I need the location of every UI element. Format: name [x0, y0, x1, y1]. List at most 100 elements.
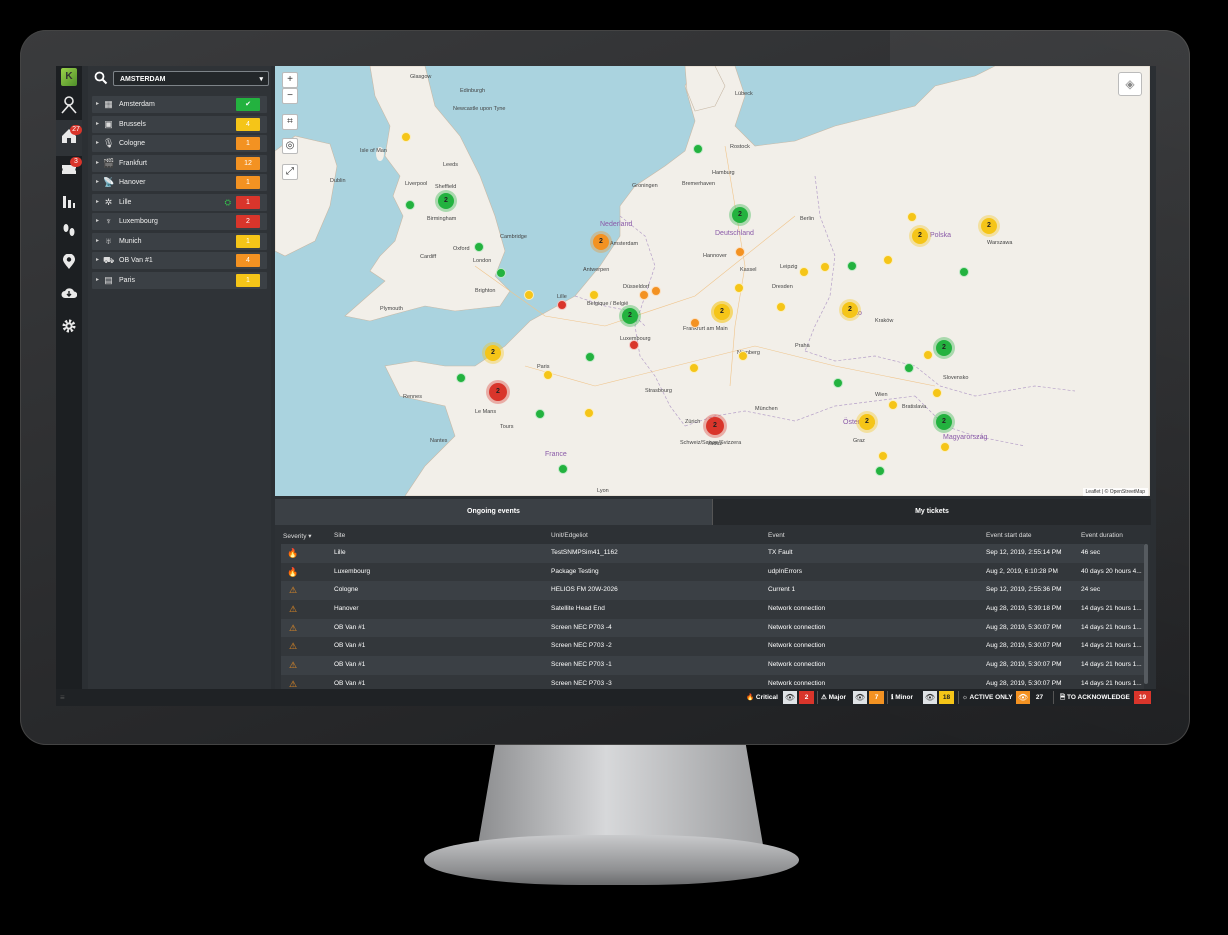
site-marker[interactable]: [875, 466, 885, 476]
active-only-toggle[interactable]: ☼ ACTIVE ONLY: [962, 691, 1013, 704]
site-cluster-marker[interactable]: 2: [435, 190, 457, 212]
map-attribution[interactable]: Leaflet | © OpenStreetMap: [1082, 488, 1148, 496]
tab-ongoing-events[interactable]: Ongoing events: [275, 499, 712, 525]
site-marker[interactable]: [651, 286, 661, 296]
chevron-right-icon[interactable]: ▸: [96, 96, 99, 113]
site-marker[interactable]: [629, 340, 639, 350]
minor-filter[interactable]: ℹ Minor: [891, 691, 913, 704]
measure-icon[interactable]: ⤢: [282, 164, 298, 180]
site-cluster-marker[interactable]: 2: [978, 215, 1000, 237]
site-marker[interactable]: [589, 290, 599, 300]
site-marker[interactable]: [883, 255, 893, 265]
gear-icon[interactable]: [60, 318, 78, 336]
site-marker[interactable]: [735, 247, 745, 257]
site-marker[interactable]: [639, 290, 649, 300]
chevron-right-icon[interactable]: ▸: [96, 194, 99, 211]
site-marker[interactable]: [888, 400, 898, 410]
map-view[interactable]: + − ⌗ ◎ ⤢ ◈ Leaflet | © OpenStreetMap Gl…: [275, 66, 1150, 496]
table-row[interactable]: 🔥 Lille TestSNMPSim41_1162 TX Fault Sep 12, …: [281, 544, 1144, 563]
site-cluster-marker[interactable]: 2: [909, 225, 931, 247]
column-event[interactable]: Event: [768, 532, 785, 539]
site-row[interactable]: ▸ 📡 Hanover 1: [92, 174, 267, 191]
city-select[interactable]: AMSTERDAM ▾: [113, 71, 269, 86]
site-marker[interactable]: [923, 350, 933, 360]
site-row[interactable]: ▸ ▦ Amsterdam ✔: [92, 96, 267, 113]
chevron-right-icon[interactable]: ▸: [96, 233, 99, 250]
site-marker[interactable]: [847, 261, 857, 271]
column-severity[interactable]: Severity ▾: [283, 532, 312, 540]
site-marker[interactable]: [524, 290, 534, 300]
site-cluster-marker[interactable]: 2: [486, 380, 510, 404]
site-marker[interactable]: [496, 268, 506, 278]
site-marker[interactable]: [405, 200, 415, 210]
crop-icon[interactable]: ⌗: [282, 114, 298, 130]
chevron-right-icon[interactable]: ▸: [96, 272, 99, 289]
site-row[interactable]: ▸ ▣ Brussels 4: [92, 115, 267, 133]
to-acknowledge-button[interactable]: 🗎 TO ACKNOWLEDGE: [1060, 691, 1130, 704]
footprints-icon[interactable]: [60, 223, 78, 241]
site-cluster-marker[interactable]: 2: [711, 301, 733, 323]
eye-icon[interactable]: 👁: [783, 691, 797, 704]
chevron-right-icon[interactable]: ▸: [96, 213, 99, 230]
locate-icon[interactable]: ◎: [282, 138, 298, 154]
chevron-right-icon[interactable]: ▸: [96, 135, 99, 152]
site-marker[interactable]: [959, 267, 969, 277]
site-cluster-marker[interactable]: 2: [839, 299, 861, 321]
table-row[interactable]: ⚠ Hanover Satellite Head End Network connec…: [281, 600, 1144, 619]
site-row[interactable]: ▸ ⛟ OB Van #1 4: [92, 252, 267, 269]
zoom-out-button[interactable]: −: [282, 88, 298, 104]
site-marker[interactable]: [799, 267, 809, 277]
site-marker[interactable]: [474, 242, 484, 252]
major-filter[interactable]: ⚠ Major: [821, 691, 846, 704]
table-row[interactable]: ⚠ OB Van #1 Screen NEC P703 -2 Network conn…: [281, 637, 1144, 657]
chevron-right-icon[interactable]: ▸: [96, 174, 99, 191]
site-row[interactable]: ▸ 🎬 Frankfurt 12: [92, 154, 267, 172]
eye-icon[interactable]: 👁: [1016, 691, 1030, 704]
site-row[interactable]: ▸ ♅ Munich 1: [92, 232, 267, 250]
site-marker[interactable]: [833, 378, 843, 388]
site-cluster-marker[interactable]: 2: [703, 414, 727, 438]
table-row[interactable]: ⚠ OB Van #1 Screen NEC P703 -4 Network conn…: [281, 618, 1144, 638]
site-marker[interactable]: [932, 388, 942, 398]
site-marker[interactable]: [543, 370, 553, 380]
column-duration[interactable]: Event duration: [1081, 532, 1123, 539]
site-marker[interactable]: [689, 363, 699, 373]
chevron-right-icon[interactable]: ▸: [96, 155, 99, 172]
site-marker[interactable]: [456, 373, 466, 383]
site-marker[interactable]: [585, 352, 595, 362]
site-marker[interactable]: [558, 464, 568, 474]
site-cluster-marker[interactable]: 2: [729, 204, 751, 226]
column-start-date[interactable]: Event start date: [986, 532, 1032, 539]
site-row[interactable]: ▸ ✲ Lille ⛭ 1: [92, 193, 267, 211]
critical-filter[interactable]: 🔥 Critical: [746, 691, 778, 704]
site-cluster-marker[interactable]: 2: [856, 411, 878, 433]
column-site[interactable]: Site: [334, 532, 345, 539]
site-row[interactable]: ▸ ♆ Luxembourg 2: [92, 213, 267, 230]
zoom-in-button[interactable]: +: [282, 72, 298, 88]
bar-chart-icon[interactable]: [60, 194, 78, 212]
site-marker[interactable]: [776, 302, 786, 312]
tab-my-tickets[interactable]: My tickets: [712, 499, 1151, 525]
site-marker[interactable]: [401, 132, 411, 142]
site-marker[interactable]: [693, 144, 703, 154]
eye-icon[interactable]: 👁: [923, 691, 937, 704]
cloud-download-icon[interactable]: [60, 286, 78, 304]
site-row[interactable]: ▸ 🎙 Cologne 1: [92, 135, 267, 152]
site-marker[interactable]: [820, 262, 830, 272]
table-row[interactable]: 🔥 Luxembourg Package Testing udpInErrors Aug…: [281, 562, 1144, 582]
events-scrollbar[interactable]: [1144, 544, 1148, 684]
site-cluster-marker[interactable]: 2: [933, 337, 955, 359]
site-marker[interactable]: [940, 442, 950, 452]
map-pin-icon[interactable]: [60, 253, 78, 272]
site-marker[interactable]: [557, 300, 567, 310]
site-marker[interactable]: [904, 363, 914, 373]
site-marker[interactable]: [690, 318, 700, 328]
eye-icon[interactable]: 👁: [853, 691, 867, 704]
table-row[interactable]: ⚠ Cologne HELIOS FM 20W-2026 Current 1 Sep 1…: [281, 581, 1144, 601]
table-row[interactable]: ⚠ OB Van #1 Screen NEC P703 -1 Network conn…: [281, 656, 1144, 675]
site-cluster-marker[interactable]: 2: [619, 305, 641, 327]
site-cluster-marker[interactable]: 2: [933, 411, 955, 433]
site-cluster-marker[interactable]: 2: [482, 342, 504, 364]
site-marker[interactable]: [907, 212, 917, 222]
site-row[interactable]: ▸ ▤ Paris 1: [92, 271, 267, 289]
